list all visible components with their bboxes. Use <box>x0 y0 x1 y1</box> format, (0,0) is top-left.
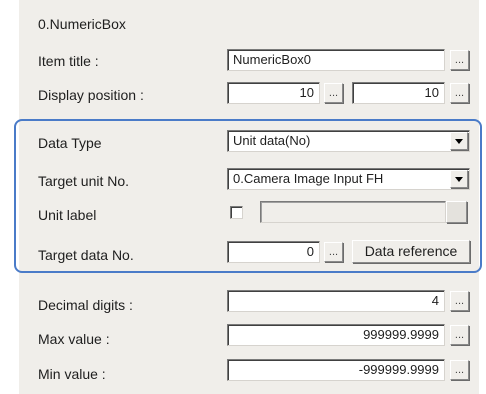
display-position-x-edit-button[interactable]: ... <box>324 83 343 103</box>
max-value-label: Max value : <box>38 331 110 347</box>
data-type-select[interactable]: Unit data(No) <box>227 130 470 152</box>
item-title-edit-button[interactable]: ... <box>450 50 469 70</box>
target-data-input[interactable]: 0 <box>227 241 320 263</box>
data-type-dropdown-icon[interactable] <box>450 132 468 150</box>
target-unit-value: 0.Camera Image Input FH <box>233 171 384 186</box>
data-type-value: Unit data(No) <box>233 133 311 148</box>
target-unit-select[interactable]: 0.Camera Image Input FH <box>227 168 470 190</box>
decimal-digits-label: Decimal digits : <box>38 297 133 313</box>
display-position-y-edit-button[interactable]: ... <box>450 83 469 103</box>
panel-title: 0.NumericBox <box>38 16 126 32</box>
unit-label-edit-button <box>446 201 467 223</box>
decimal-digits-edit-button[interactable]: ... <box>450 291 469 311</box>
target-data-edit-button[interactable]: ... <box>324 242 343 262</box>
target-data-label: Target data No. <box>38 247 134 263</box>
data-reference-button[interactable]: Data reference <box>352 240 470 263</box>
unit-label-checkbox[interactable] <box>230 206 243 219</box>
item-title-input[interactable]: NumericBox0 <box>227 49 445 71</box>
display-position-x-input[interactable]: 10 <box>227 82 320 104</box>
decimal-digits-input[interactable]: 4 <box>227 290 445 312</box>
target-unit-label: Target unit No. <box>38 173 130 189</box>
display-position-y-input[interactable]: 10 <box>352 82 445 104</box>
min-value-edit-button[interactable]: ... <box>450 360 469 380</box>
min-value-label: Min value : <box>38 366 106 382</box>
display-position-label: Display position : <box>38 87 144 103</box>
data-type-label: Data Type <box>38 135 102 151</box>
item-title-label: Item title : <box>38 53 99 69</box>
target-unit-dropdown-icon[interactable] <box>450 170 468 188</box>
max-value-edit-button[interactable]: ... <box>450 325 469 345</box>
min-value-input[interactable]: -999999.9999 <box>227 359 445 381</box>
unit-label-label: Unit label <box>38 207 97 223</box>
unit-label-input <box>260 201 446 223</box>
max-value-input[interactable]: 999999.9999 <box>227 324 445 346</box>
